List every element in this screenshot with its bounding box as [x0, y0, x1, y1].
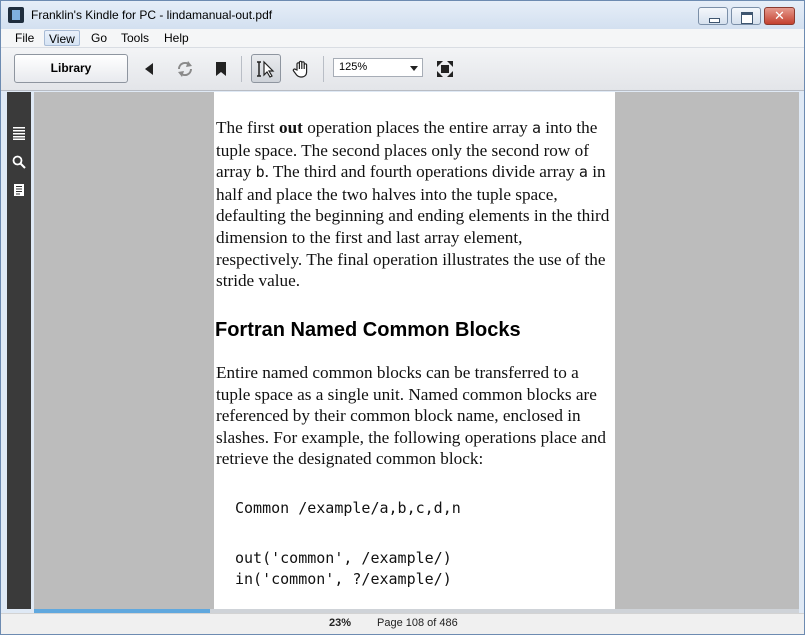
menu-view[interactable]: View — [44, 30, 80, 46]
document-page: The first out operation places the entir… — [214, 92, 615, 609]
code-identifier: a — [578, 163, 588, 182]
zoom-value: 125% — [339, 61, 368, 73]
select-tool-button[interactable] — [251, 54, 281, 83]
maximize-button[interactable] — [731, 7, 761, 25]
hand-tool-icon[interactable] — [290, 58, 312, 80]
library-button[interactable]: Library — [14, 54, 128, 83]
menu-file[interactable]: File — [11, 30, 38, 46]
paragraph-named-common-blocks: Entire named common blocks can be transf… — [216, 363, 606, 469]
sync-icon[interactable] — [174, 58, 196, 80]
text-run: operation places the entire array — [302, 118, 532, 137]
menu-tools[interactable]: Tools — [117, 30, 153, 46]
left-sidebar — [7, 92, 31, 609]
progress-percent: 23% — [329, 617, 352, 629]
window-title: Franklin's Kindle for PC - lindamanual-o… — [31, 8, 273, 22]
toolbar-separator — [323, 56, 324, 82]
kindle-app-icon — [8, 7, 24, 23]
back-icon[interactable] — [139, 58, 161, 80]
text-run: in half and place the two halves into th… — [216, 162, 610, 291]
menu-bar: File View Go Tools Help — [1, 29, 804, 48]
status-bar: 23% Page 108 of 486 — [1, 613, 804, 634]
search-icon[interactable] — [12, 155, 26, 169]
chevron-down-icon — [410, 66, 418, 71]
fullscreen-icon[interactable] — [434, 58, 456, 80]
section-heading: Fortran Named Common Blocks — [215, 319, 521, 341]
zoom-select[interactable]: 125% — [333, 58, 423, 77]
minimize-button[interactable] — [698, 7, 728, 25]
close-icon: ✕ — [774, 8, 785, 23]
close-button[interactable]: ✕ — [764, 7, 795, 25]
page-indicator: Page 108 of 486 — [377, 617, 458, 629]
select-tool-icon — [257, 60, 275, 78]
notes-icon[interactable] — [12, 183, 26, 197]
toolbar-separator — [241, 56, 242, 82]
text-run: The first — [216, 118, 280, 137]
bookmark-icon[interactable] — [210, 58, 232, 80]
text-run: . The third and fourth operations divide… — [264, 162, 579, 182]
paragraph-out-operations: The first out operation places the entir… — [216, 117, 611, 292]
contents-icon[interactable] — [12, 126, 26, 140]
code-line: out('common', /example/) — [235, 549, 452, 567]
code-line: Common /example/a,b,c,d,n — [235, 499, 461, 517]
code-identifier: b — [255, 163, 265, 182]
toolbar: Library 125% — [1, 48, 804, 91]
code-line: in('common', ?/example/) — [235, 570, 452, 588]
menu-go[interactable]: Go — [87, 30, 111, 46]
menu-help[interactable]: Help — [160, 30, 193, 46]
title-bar: Franklin's Kindle for PC - lindamanual-o… — [1, 1, 804, 29]
document-viewport[interactable]: The first out operation places the entir… — [34, 92, 799, 609]
bold-text-run: out — [279, 118, 303, 137]
app-window: Franklin's Kindle for PC - lindamanual-o… — [0, 0, 805, 635]
code-identifier: a — [531, 119, 541, 137]
